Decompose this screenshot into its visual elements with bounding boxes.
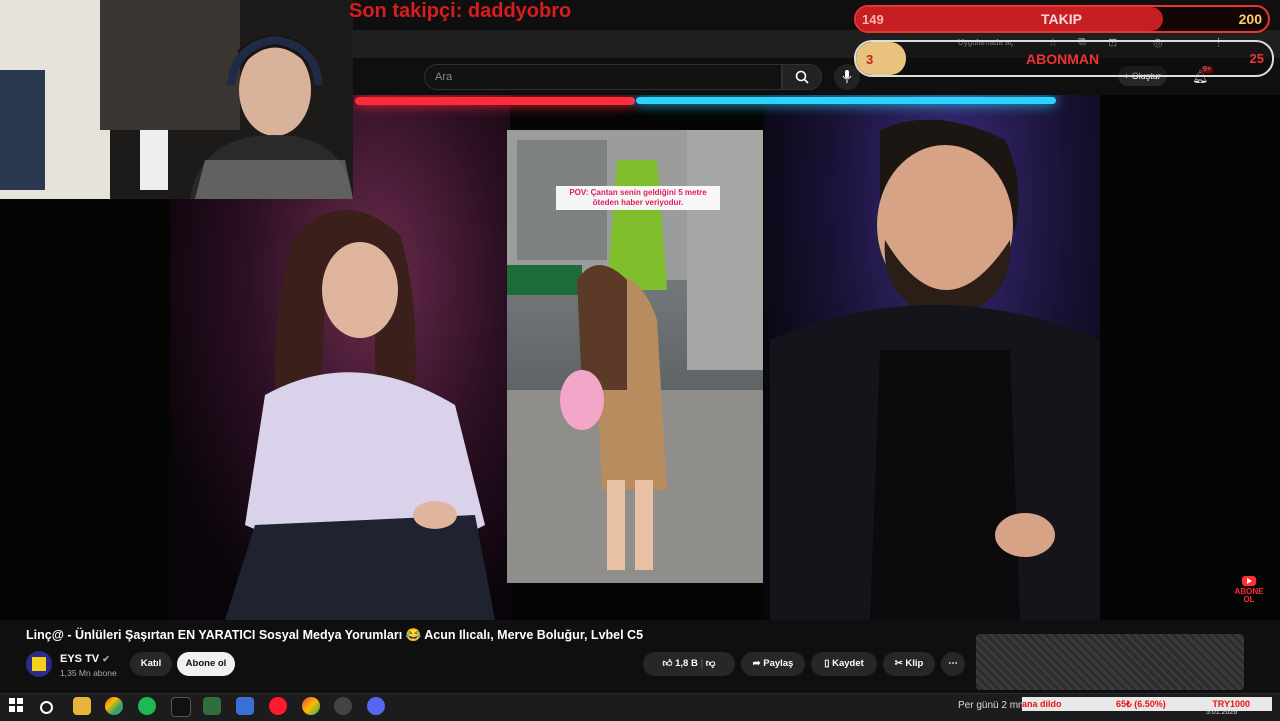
save-button[interactable]: ▯ Kaydet	[811, 652, 877, 676]
play-icon	[1242, 576, 1256, 586]
search-button[interactable]	[782, 64, 822, 90]
recommended-video-thumbnail[interactable]	[976, 634, 1244, 690]
subscribe-button[interactable]: Abone ol	[177, 652, 235, 676]
obs-icon[interactable]	[334, 697, 352, 715]
microphone-icon	[842, 70, 852, 83]
thumbs-up-icon[interactable]: 👍︎	[663, 658, 673, 669]
like-count: 1,8 B	[675, 658, 698, 669]
subscription-goal-label: ABONMAN	[1026, 51, 1100, 67]
file-explorer-icon[interactable]	[73, 697, 91, 715]
clip-button[interactable]: ✂ Klip	[883, 652, 935, 676]
video-title: Linç@ - Ünlüleri Şaşırtan EN YARATICI So…	[26, 628, 644, 642]
more-icon: ⋯	[948, 658, 958, 669]
like-dislike-group[interactable]: 👍︎ 1,8 B | 👎︎	[643, 652, 735, 676]
opera-icon[interactable]	[269, 697, 287, 715]
search-icon	[795, 70, 809, 84]
chrome-icon[interactable]	[105, 697, 123, 715]
bookmark-icon: ▯	[824, 658, 833, 669]
subscription-goal-target: 25	[1249, 51, 1264, 66]
channel-logo-icon	[32, 657, 46, 671]
subscription-goal-fill	[856, 42, 906, 75]
follow-goal-target: 200	[1238, 11, 1262, 27]
scissors-icon: ✂	[894, 658, 906, 669]
follow-goal-fill	[856, 7, 1163, 31]
join-button[interactable]: Katıl	[130, 652, 172, 676]
search-circle-icon[interactable]	[40, 701, 53, 714]
channel-subscriber-count: 1,35 Mn abone	[60, 668, 117, 678]
weather-widget-text[interactable]: Per günü 2 mm	[958, 700, 1026, 711]
woman-guest-figure	[225, 210, 495, 620]
windows-start-icon[interactable]	[8, 697, 26, 715]
chrome-alt-icon[interactable]	[302, 697, 320, 715]
neon-light-blue	[636, 97, 1056, 104]
search-input[interactable]: Ara	[424, 64, 782, 90]
neon-light-red	[355, 97, 635, 105]
discord-icon[interactable]	[367, 697, 385, 715]
streamer-webcam	[0, 0, 353, 199]
channel-avatar[interactable]	[26, 651, 52, 677]
share-icon: ➦	[752, 658, 764, 669]
verified-icon: ✔	[102, 654, 110, 664]
store-icon[interactable]	[236, 697, 254, 715]
follow-goal-bar: 149 TAKIP 200	[854, 5, 1270, 33]
subscription-goal-bar: 3 ABONMAN 25	[854, 40, 1274, 77]
follow-goal-current: 149	[862, 12, 884, 27]
man-guest-figure	[770, 120, 1100, 620]
active-app-icon[interactable]	[203, 697, 221, 715]
tradingview-icon[interactable]	[171, 697, 191, 717]
spotify-icon[interactable]	[138, 697, 156, 715]
channel-name[interactable]: EYS TV ✔	[60, 653, 110, 665]
subscription-goal-current: 3	[866, 52, 874, 67]
thumbs-down-icon[interactable]: 👎︎	[706, 658, 716, 669]
follow-goal-label: TAKIP	[1041, 11, 1082, 27]
taskbar-date: 5.01.2026	[1206, 709, 1238, 716]
more-actions-button[interactable]: ⋯	[941, 652, 965, 676]
share-button[interactable]: ➦ Paylaş	[741, 652, 805, 676]
subscribe-watermark-badge[interactable]: ABONE OL	[1233, 576, 1265, 604]
pov-caption: POV: Çantan senin geldiğini 5 metre öted…	[556, 186, 720, 210]
last-follower-text: Son takipçi: daddyobro	[349, 0, 572, 22]
